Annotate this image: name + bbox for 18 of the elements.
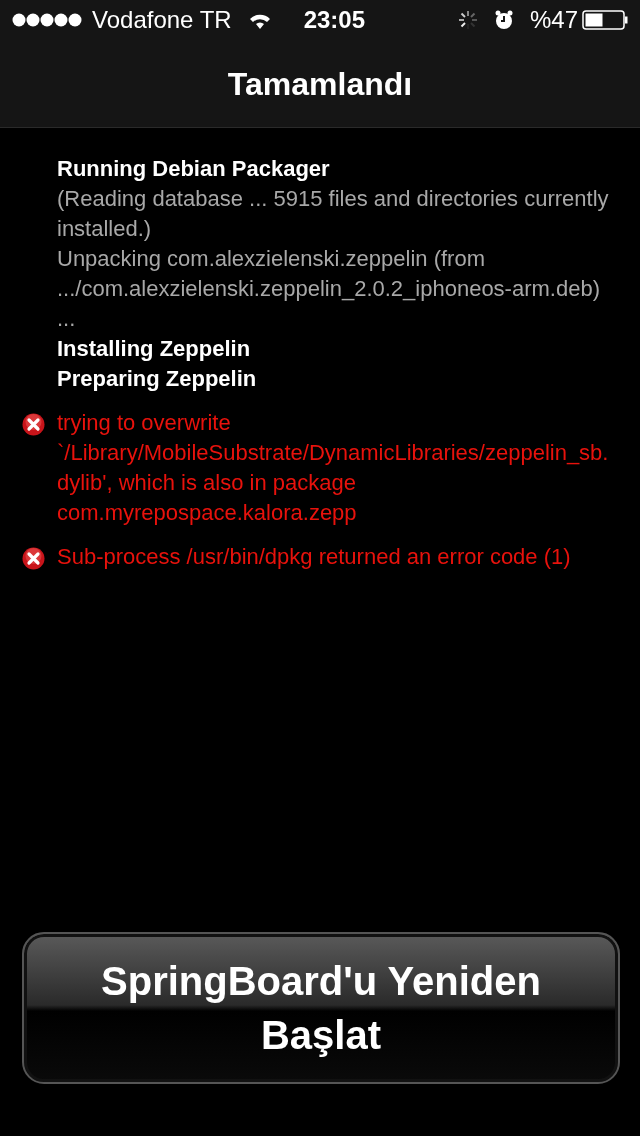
log-heading: Installing Zeppelin bbox=[57, 335, 252, 363]
error-icon bbox=[22, 547, 45, 571]
log-message: (Reading database ... 5915 files and directories currently installed.) bbox=[57, 185, 610, 243]
log-message: Unpacking com.alexzielenski.zeppelin (from .../com.alexzielenski.zeppelin_2.0.2_iphoneos-arm.deb) ... bbox=[57, 245, 601, 333]
clock-time: 23:05 bbox=[303, 5, 366, 35]
activity-spinner-icon bbox=[457, 10, 478, 30]
screen-title: Tamamlandı bbox=[227, 64, 413, 104]
error-icon bbox=[22, 413, 45, 437]
signal-icon bbox=[12, 13, 84, 27]
battery-percentage: %47 bbox=[529, 5, 578, 35]
error-message: Sub-process /usr/bin/dpkg returned an error code (1) bbox=[57, 543, 572, 571]
log-heading: Preparing Zeppelin bbox=[57, 365, 258, 393]
carrier-name: Vodafone TR bbox=[92, 5, 232, 35]
log-heading: Running Debian Packager bbox=[57, 155, 331, 183]
error-message: trying to overwrite `/Library/MobileSubstrate/DynamicLibraries/zeppelin_sb.dylib', which is also in package com.myrepospace.kalora.zepp bbox=[57, 409, 610, 527]
alarm-clock-icon bbox=[493, 10, 514, 30]
battery-icon bbox=[582, 10, 628, 30]
restart-springboard-button[interactable]: SpringBoard'u Yeniden Başlat bbox=[22, 932, 620, 1084]
